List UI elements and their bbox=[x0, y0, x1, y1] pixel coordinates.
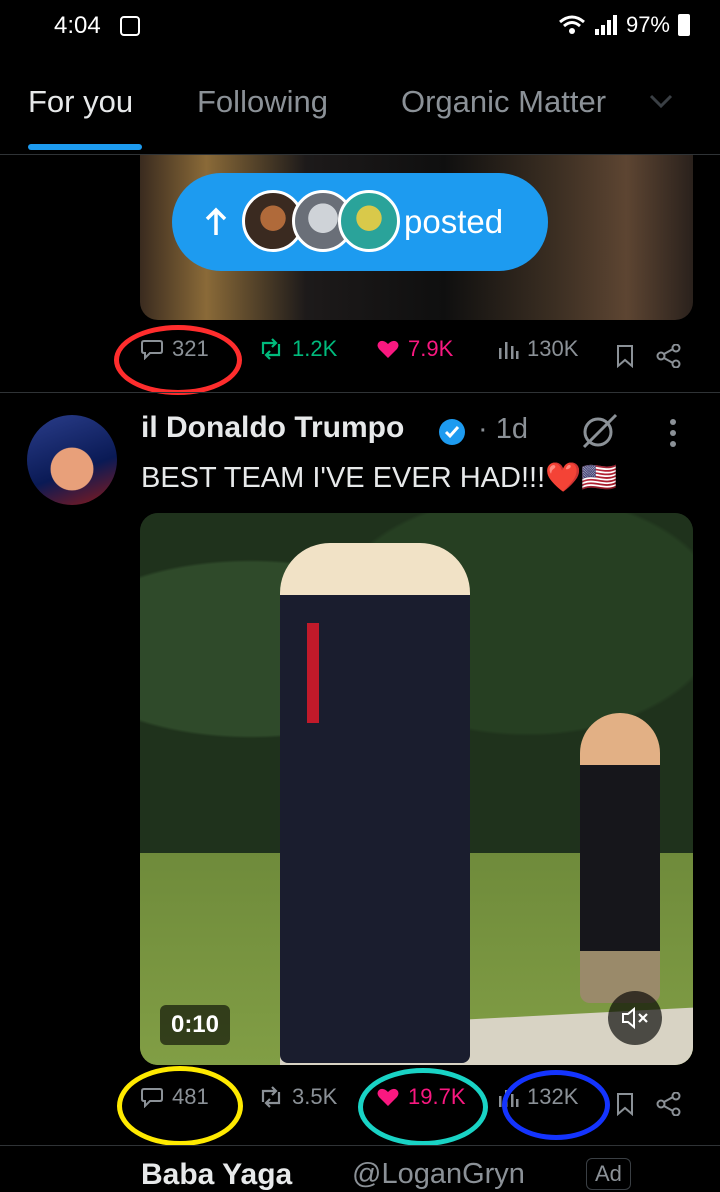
arrow-up-icon bbox=[205, 207, 227, 235]
new-posts-pill[interactable]: posted bbox=[172, 173, 548, 271]
post-divider bbox=[0, 392, 720, 393]
annotation-yellow-circle bbox=[117, 1066, 243, 1146]
views-icon bbox=[499, 342, 519, 359]
grok-icon[interactable] bbox=[578, 411, 620, 451]
wifi-icon bbox=[558, 15, 585, 34]
views-count: 130K bbox=[527, 336, 579, 361]
more-options-icon[interactable] bbox=[663, 418, 683, 448]
gallery-notification-icon bbox=[120, 16, 140, 36]
author-name[interactable]: il Donaldo Trumpo bbox=[141, 411, 404, 445]
post-divider bbox=[0, 1145, 720, 1146]
ad-badge: Ad bbox=[586, 1158, 631, 1190]
annotation-red-circle bbox=[114, 325, 242, 395]
like-button[interactable]: 7.9K bbox=[376, 336, 453, 362]
signal-icon bbox=[594, 15, 617, 35]
tab-organic-matter[interactable]: Organic Matter bbox=[401, 84, 606, 120]
annotation-teal-circle bbox=[358, 1068, 488, 1146]
share-icon[interactable] bbox=[656, 344, 682, 368]
repost-count: 3.5K bbox=[292, 1084, 338, 1109]
repost-count: 1.2K bbox=[292, 336, 338, 361]
video-child-figure bbox=[580, 713, 660, 1003]
verified-badge-icon bbox=[439, 419, 465, 445]
chevron-down-icon[interactable] bbox=[648, 92, 674, 110]
tweet-text: BEST TEAM I'VE EVER HAD!!!❤️🇺🇸 bbox=[141, 462, 618, 494]
tab-for-you[interactable]: For you bbox=[28, 84, 133, 120]
battery-icon bbox=[678, 14, 690, 36]
share-icon[interactable] bbox=[656, 1092, 682, 1116]
like-count: 7.9K bbox=[408, 336, 454, 361]
battery-percent: 97% bbox=[625, 12, 670, 37]
posted-label: posted bbox=[404, 203, 504, 240]
bookmark-icon[interactable] bbox=[615, 344, 635, 368]
repost-button[interactable]: 1.2K bbox=[258, 336, 337, 362]
post-time-value: 1d bbox=[495, 413, 528, 445]
video-duration: 0:10 bbox=[160, 1005, 230, 1045]
heart-icon bbox=[377, 340, 399, 358]
next-author-handle: @LoganGryn bbox=[352, 1158, 525, 1190]
status-indicators: 97% bbox=[558, 12, 690, 38]
repost-icon bbox=[261, 1086, 281, 1108]
bookmark-icon[interactable] bbox=[615, 1092, 635, 1116]
repost-icon bbox=[261, 338, 281, 360]
timeline-tabs: For you Following Organic Matter bbox=[0, 60, 720, 155]
active-tab-indicator bbox=[28, 144, 142, 150]
video-man-figure bbox=[280, 543, 470, 1063]
previous-post-actions: 321 1.2K 7.9K 130K bbox=[0, 336, 720, 376]
tab-following[interactable]: Following bbox=[197, 84, 328, 120]
video-red-tie bbox=[307, 623, 319, 723]
annotation-blue-circle bbox=[502, 1070, 610, 1140]
repost-button[interactable]: 3.5K bbox=[258, 1084, 337, 1110]
status-time: 4:04 bbox=[54, 12, 101, 39]
speaker-muted-icon bbox=[622, 1006, 648, 1030]
author-avatar[interactable] bbox=[27, 415, 117, 505]
views-button[interactable]: 130K bbox=[497, 336, 578, 362]
mute-button[interactable] bbox=[608, 991, 662, 1045]
tweet-video[interactable]: 0:10 bbox=[140, 513, 693, 1065]
posted-avatar-3 bbox=[338, 190, 400, 252]
post-time: · 1d bbox=[478, 413, 528, 445]
next-author-name[interactable]: Baba Yaga bbox=[141, 1158, 292, 1192]
